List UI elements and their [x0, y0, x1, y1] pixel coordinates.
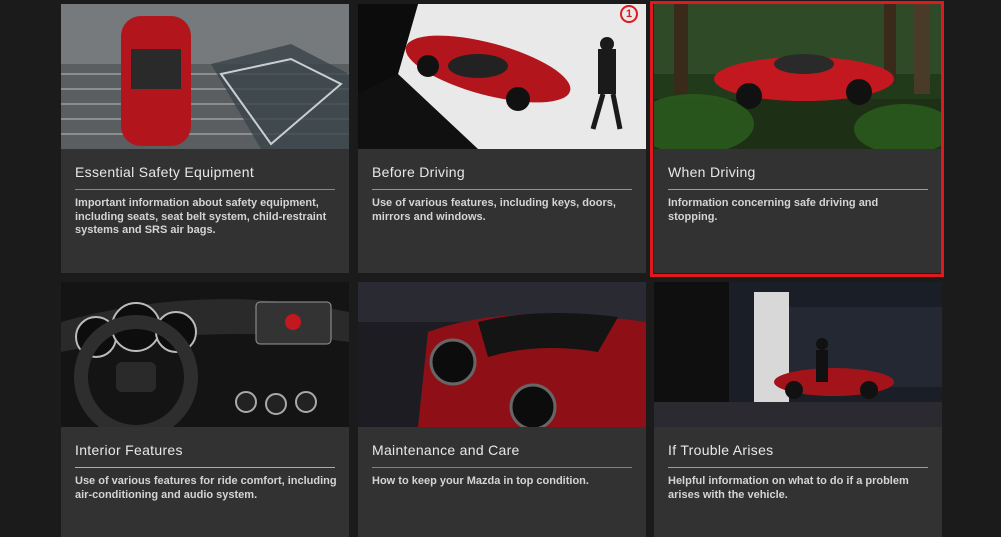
card-title: Maintenance and Care — [372, 442, 520, 458]
card-title: If Trouble Arises — [668, 442, 774, 458]
card-title: Before Driving — [372, 164, 465, 180]
title-underline — [372, 467, 632, 468]
trouble-arises-photo — [654, 282, 942, 427]
card-when-driving[interactable]: When Driving Information concerning safe… — [654, 4, 942, 273]
title-underline — [668, 467, 928, 468]
card-before-driving[interactable]: Before Driving Use of various features, … — [358, 4, 646, 273]
card-description: Use of various features for ride comfort… — [75, 475, 337, 501]
safety-equipment-photo — [61, 4, 349, 149]
card-maintenance-and-care[interactable]: Maintenance and Care How to keep your Ma… — [358, 282, 646, 537]
card-if-trouble-arises[interactable]: If Trouble Arises Helpful information on… — [654, 282, 942, 537]
title-underline — [75, 467, 335, 468]
maintenance-care-photo — [358, 282, 646, 427]
card-title: Interior Features — [75, 442, 183, 458]
card-description: Helpful information on what to do if a p… — [668, 475, 909, 501]
card-interior-features[interactable]: Interior Features Use of various feature… — [61, 282, 349, 537]
card-description: Use of various features, including keys,… — [372, 197, 616, 223]
title-underline — [668, 189, 928, 190]
card-description: Important information about safety equip… — [75, 197, 327, 236]
card-description: Information concerning safe driving and … — [668, 197, 879, 223]
title-underline — [372, 189, 632, 190]
title-underline — [75, 189, 335, 190]
card-title: Essential Safety Equipment — [75, 164, 255, 180]
when-driving-photo — [654, 4, 942, 149]
interior-features-photo — [61, 282, 349, 427]
callout-marker: 1 — [620, 5, 638, 23]
card-essential-safety-equipment[interactable]: Essential Safety Equipment Important inf… — [61, 4, 349, 273]
card-description: How to keep your Mazda in top condition. — [372, 475, 589, 487]
before-driving-photo — [358, 4, 646, 149]
card-title: When Driving — [668, 164, 756, 180]
